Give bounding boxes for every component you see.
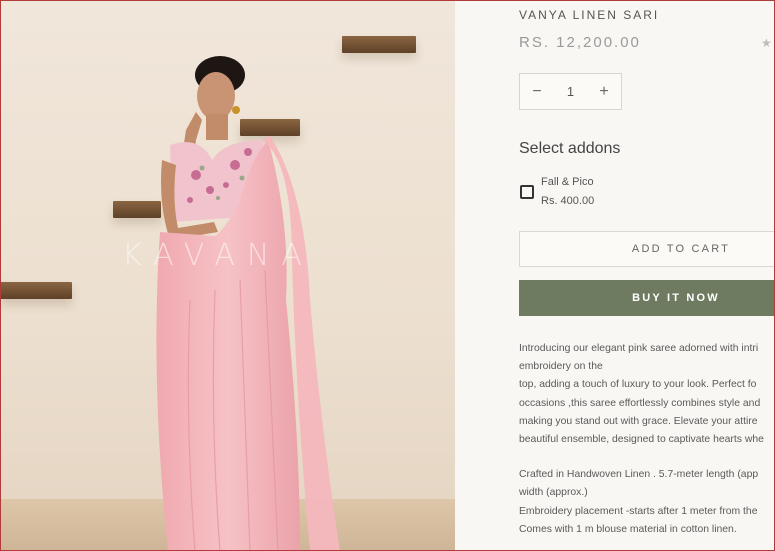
brand-watermark: KAVANA	[122, 238, 314, 273]
product-title: VANYA LINEN SARI	[519, 8, 660, 22]
description-line: occasions ,this saree effortlessly combi…	[519, 397, 761, 409]
detail-line: Comes with 1 m blouse material in cotton…	[519, 523, 737, 535]
detail-line: Crafted in Handwoven Linen . 5.7-meter l…	[519, 469, 759, 481]
model-figure	[156, 56, 340, 551]
description-line: beautiful ensemble, designed to captivat…	[519, 434, 764, 446]
quantity-value[interactable]: 1	[567, 84, 574, 99]
description-line: top, adding a touch of luxury to your lo…	[519, 379, 757, 391]
increase-quantity-button[interactable]: +	[597, 83, 611, 101]
addon-price: Rs. 400.00	[541, 195, 595, 207]
description-line: embroidery on the	[519, 361, 603, 373]
detail-line: width (approx.)	[519, 487, 588, 499]
detail-line: Embroidery placement -starts after 1 met…	[519, 505, 758, 517]
addons-heading: Select addons	[519, 140, 621, 157]
add-to-cart-button[interactable]: ADD TO CART	[519, 231, 775, 267]
star-icon[interactable]: ★	[761, 36, 772, 50]
product-info-panel: VANYA LINEN SARI RS. 12,200.00 ★ − 1 + S…	[455, 0, 775, 551]
buy-it-now-button[interactable]: BUY IT NOW	[519, 280, 775, 316]
product-price: RS. 12,200.00	[519, 34, 641, 51]
addon-checkbox-fall-pico[interactable]	[520, 185, 534, 199]
decrease-quantity-button[interactable]: −	[530, 83, 544, 101]
description-line: Introducing our elegant pink saree adorn…	[519, 343, 759, 354]
product-image[interactable]: KAVANA	[0, 0, 455, 551]
quantity-stepper: − 1 +	[519, 73, 622, 110]
product-description: Introducing our elegant pink saree adorn…	[519, 340, 775, 539]
description-line: making you stand out with grace. Elevate…	[519, 415, 758, 427]
addon-name: Fall & Pico	[541, 176, 594, 188]
